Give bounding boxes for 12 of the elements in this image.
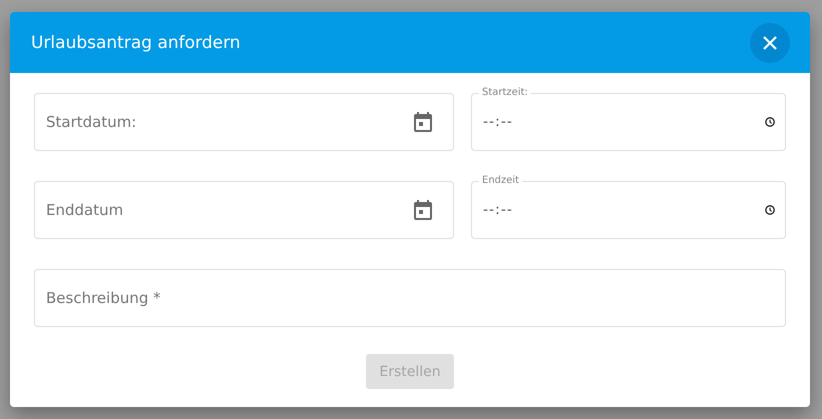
close-button[interactable] bbox=[750, 22, 790, 62]
description-field[interactable]: Beschreibung * bbox=[34, 269, 786, 327]
dialog-title: Urlaubsantrag anfordern bbox=[31, 32, 240, 52]
clock-icon[interactable] bbox=[765, 117, 775, 127]
time-value: --:-- bbox=[483, 202, 514, 218]
calendar-icon[interactable] bbox=[414, 200, 432, 220]
close-icon bbox=[763, 36, 777, 50]
date-field[interactable]: Enddatum bbox=[34, 181, 454, 239]
clock-icon[interactable] bbox=[765, 205, 775, 215]
calendar-icon[interactable] bbox=[414, 112, 432, 132]
time-value: --:-- bbox=[483, 114, 514, 130]
date-field[interactable]: Startdatum: bbox=[34, 93, 454, 151]
